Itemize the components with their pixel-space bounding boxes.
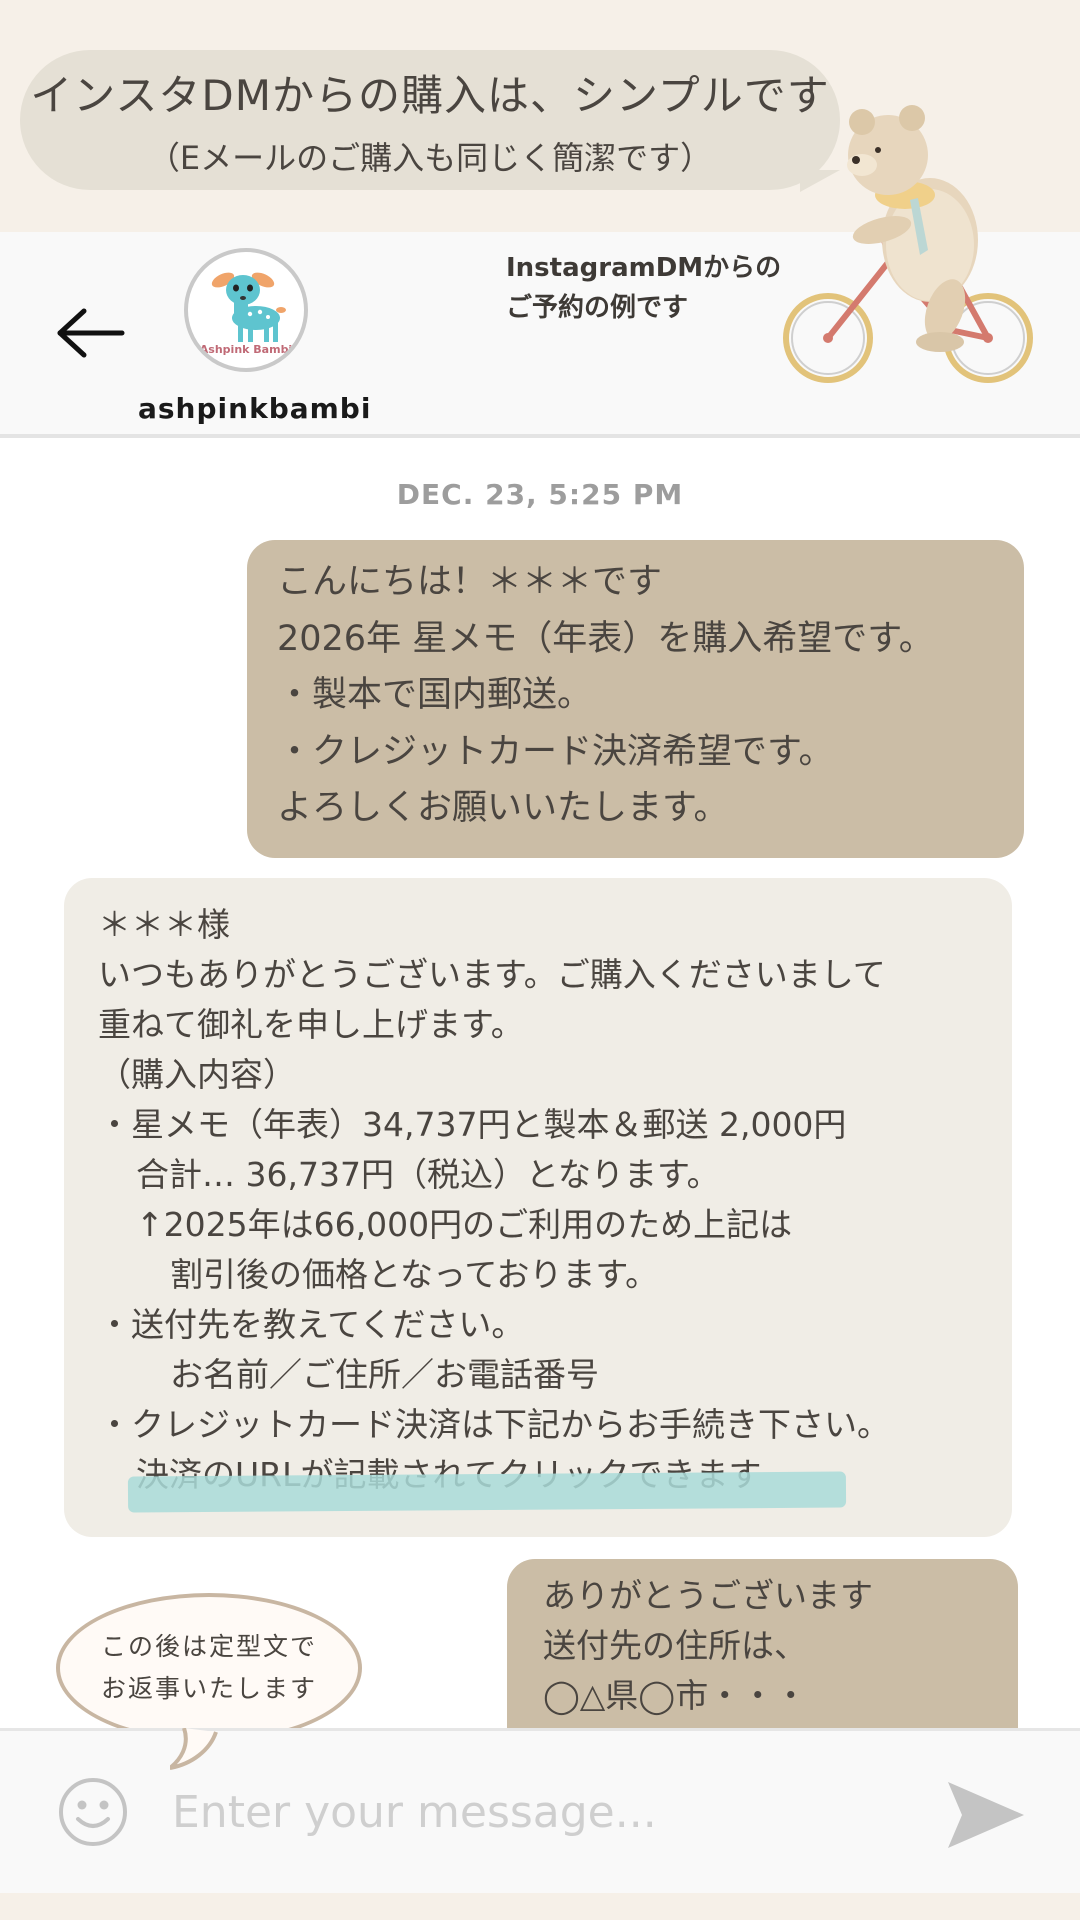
back-arrow-icon[interactable] — [56, 307, 126, 359]
header-note-line-1: InstagramDMからの — [506, 253, 782, 283]
avatar-logo-text: Ashpink Bambi — [199, 343, 293, 356]
chat-thread[interactable]: DEC. 23, 5:25 PM こんにちは！＊＊＊です 2026年 星メモ（年… — [0, 438, 1080, 1728]
message-line: ・クレジットカード決済希望です。 — [277, 731, 834, 772]
banner-subtitle: （Eメールのご購入も同じく簡潔です） — [147, 138, 713, 177]
message-line: よろしくお願いいたします。 — [277, 788, 729, 828]
message-line: ありがとうございます — [543, 1576, 873, 1615]
message-line: ＊＊＊様 — [98, 905, 230, 944]
avatar[interactable]: Ashpink Bambi — [184, 248, 308, 372]
url-highlight-marker — [127, 1471, 847, 1513]
message-line: 合計… 36,737円（税込）となります。 — [136, 1155, 720, 1194]
message-input[interactable] — [172, 1780, 872, 1844]
speech-bubble-tail — [170, 1728, 218, 1770]
message-line: いつもありがとうございます。ご購入くださいまして — [98, 955, 886, 994]
smiley-icon[interactable] — [58, 1777, 128, 1847]
message-line: ・クレジットカード決済は下記からお手続き下さい。 — [98, 1405, 890, 1444]
message-line: ・星メモ（年表）34,737円と製本＆郵送 2,000円 — [98, 1105, 847, 1144]
header-note-line-2: ご予約の例です — [506, 293, 689, 323]
banner-speech-bubble: インスタDMからの購入は、シンプルです （Eメールのご購入も同じく簡潔です） — [20, 50, 840, 192]
message-line: （購入内容） — [98, 1055, 296, 1094]
message-line: ・製本で国内郵送。 — [277, 675, 593, 715]
annotation-line-2: お返事いたします — [100, 1674, 317, 1703]
header-note: InstagramDMからの ご予約の例です — [506, 248, 781, 328]
message-line: ◯△県◯市・・・ — [543, 1676, 808, 1715]
send-icon[interactable] — [946, 1780, 1026, 1850]
message-line: 割引後の価格となっております。 — [170, 1255, 659, 1294]
message-line: 送付先の住所は、 — [543, 1626, 807, 1665]
bottom-strip — [0, 1893, 1080, 1920]
username[interactable]: ashpinkbambi — [138, 392, 371, 425]
message-line: こんにちは！＊＊＊です — [277, 562, 663, 602]
teddy-bear-bicycle-illustration — [783, 105, 1033, 383]
message-line: ・送付先を教えてください。 — [98, 1305, 525, 1344]
message-line: お名前／ご住所／お電話番号 — [170, 1355, 599, 1394]
annotation-line-1: この後は定型文で — [100, 1632, 317, 1661]
message-line: 2026年 星メモ（年表）を購入希望です。 — [277, 618, 934, 659]
message-line: 重ねて御礼を申し上げます。 — [98, 1005, 524, 1044]
banner-title: インスタDMからの購入は、シンプルです — [30, 70, 830, 120]
message-line: ↑2025年は66,000円のご利用のため上記は — [136, 1205, 793, 1244]
annotation-speech-bubble: この後は定型文で お返事いたします — [56, 1593, 362, 1743]
incoming-message-1[interactable]: ＊＊＊様 いつもありがとうございます。ご購入くださいまして 重ねて御礼を申し上げ… — [64, 878, 1012, 1537]
message-timestamp: DEC. 23, 5:25 PM — [396, 478, 684, 511]
outgoing-message-2[interactable]: ありがとうございます 送付先の住所は、 ◯△県◯市・・・ — [507, 1559, 1018, 1728]
outgoing-message-1[interactable]: こんにちは！＊＊＊です 2026年 星メモ（年表）を購入希望です。 ・製本で国内… — [247, 540, 1024, 858]
